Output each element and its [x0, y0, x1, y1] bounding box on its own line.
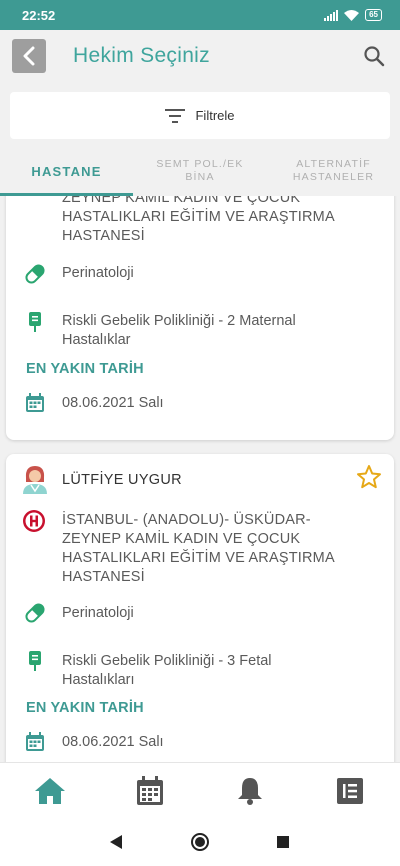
- doctor-avatar-icon: [23, 466, 47, 494]
- hospital-name: İSTANBUL- (ANADOLU)- ÜSKÜDAR- ZEYNEP KAM…: [62, 511, 372, 587]
- tab-label-line2: BİNA: [185, 171, 215, 183]
- hospital-name-line: HASTANESİ: [62, 569, 145, 585]
- nav-notifications[interactable]: [234, 775, 266, 807]
- wifi-icon: [344, 9, 360, 21]
- clinic-name-line: Hastalıklar: [62, 332, 131, 348]
- clinic-name-line: Riskli Gebelik Polikliniği - 2 Maternal: [62, 313, 296, 329]
- doctor-card[interactable]: ZEYNEP KAMİL KADIN VE ÇOCUK HASTALIKLARI…: [6, 196, 394, 440]
- nav-menu[interactable]: [334, 775, 366, 807]
- calendar-icon: [26, 732, 44, 751]
- battery-icon: 65: [365, 9, 382, 21]
- system-nav-bar: [0, 818, 400, 866]
- calendar-icon: [137, 776, 163, 805]
- status-bar: 22:52 65: [0, 0, 400, 30]
- system-back-button[interactable]: [106, 832, 126, 852]
- tab-bar: HASTANE SEMT POL./EK BİNA ALTERNATİF HAS…: [0, 148, 400, 196]
- home-icon: [35, 778, 65, 804]
- chevron-left-icon: [23, 46, 35, 66]
- list-icon: [337, 778, 363, 804]
- back-button[interactable]: [12, 39, 46, 73]
- filter-label: Filtrele: [195, 108, 235, 123]
- search-icon[interactable]: [362, 44, 386, 68]
- hospital-name-line: HASTALIKLARI EĞİTİM VE ARAŞTIRMA: [62, 209, 335, 225]
- iv-drip-icon: [29, 651, 41, 671]
- nav-calendar[interactable]: [134, 775, 166, 807]
- pill-icon: [25, 264, 45, 284]
- hospital-name-line: HASTALIKLARI EĞİTİM VE ARAŞTIRMA: [62, 550, 335, 566]
- appointment-date: 08.06.2021 Salı: [62, 734, 164, 750]
- signal-icon: [324, 9, 339, 21]
- hospital-name-line: ZEYNEP KAMİL KADIN VE ÇOCUK: [62, 196, 301, 206]
- nearest-date-label: EN YAKIN TARİH: [26, 361, 144, 377]
- nearest-date-label: EN YAKIN TARİH: [26, 700, 144, 716]
- tab-semt-pol[interactable]: SEMT POL./EK BİNA: [133, 148, 267, 194]
- tab-alternatif-hastaneler[interactable]: ALTERNATİF HASTANELER: [267, 148, 400, 194]
- system-home-button[interactable]: [190, 832, 210, 852]
- bottom-nav: [0, 762, 400, 818]
- triangle-back-icon: [110, 835, 122, 849]
- status-time: 22:52: [22, 8, 56, 23]
- appointment-date: 08.06.2021 Salı: [62, 395, 164, 411]
- hospital-name-line: HASTANESİ: [62, 228, 145, 244]
- iv-drip-icon: [29, 312, 41, 332]
- bell-icon: [238, 778, 262, 805]
- doctor-card[interactable]: LÜTFİYE UYGUR İSTANBUL- (ANADOLU)- ÜSKÜD…: [6, 454, 394, 762]
- square-recents-icon: [277, 836, 289, 848]
- system-recents-button[interactable]: [273, 832, 293, 852]
- clinic-name-line: Riskli Gebelik Polikliniği - 3 Fetal: [62, 653, 272, 669]
- doctor-name: LÜTFİYE UYGUR: [62, 472, 182, 488]
- clinic-name-line: Hastalıkları: [62, 672, 135, 688]
- calendar-icon: [26, 393, 44, 412]
- doctor-list[interactable]: ZEYNEP KAMİL KADIN VE ÇOCUK HASTALIKLARI…: [0, 196, 400, 762]
- tab-label-line1: ALTERNATİF: [296, 158, 371, 170]
- tab-label: HASTANE: [31, 163, 102, 179]
- tab-label-line2: HASTANELER: [292, 171, 375, 183]
- pill-icon: [25, 603, 45, 623]
- hospital-name: ZEYNEP KAMİL KADIN VE ÇOCUK HASTALIKLARI…: [62, 196, 372, 246]
- page-title: Hekim Seçiniz: [73, 44, 210, 67]
- hospital-name-line: ZEYNEP KAMİL KADIN VE ÇOCUK: [62, 531, 301, 547]
- filter-button[interactable]: Filtrele: [10, 92, 390, 139]
- filter-icon: [165, 108, 186, 123]
- tab-label-line1: SEMT POL./EK: [156, 158, 244, 170]
- clinic-name: Riskli Gebelik Polikliniği - 2 Maternal …: [62, 312, 382, 350]
- department-name: Perinatoloji: [62, 265, 134, 281]
- hospital-name-line: İSTANBUL- (ANADOLU)- ÜSKÜDAR-: [62, 512, 311, 528]
- clinic-name: Riskli Gebelik Polikliniği - 3 Fetal Has…: [62, 652, 382, 690]
- nav-home[interactable]: [34, 775, 66, 807]
- tab-hastane[interactable]: HASTANE: [0, 148, 133, 194]
- department-name: Perinatoloji: [62, 605, 134, 621]
- circle-home-icon: [191, 833, 209, 851]
- hospital-icon: [23, 510, 45, 532]
- status-icons: 65: [324, 9, 382, 21]
- app-bar: Hekim Seçiniz: [0, 30, 400, 85]
- star-icon[interactable]: [356, 464, 382, 490]
